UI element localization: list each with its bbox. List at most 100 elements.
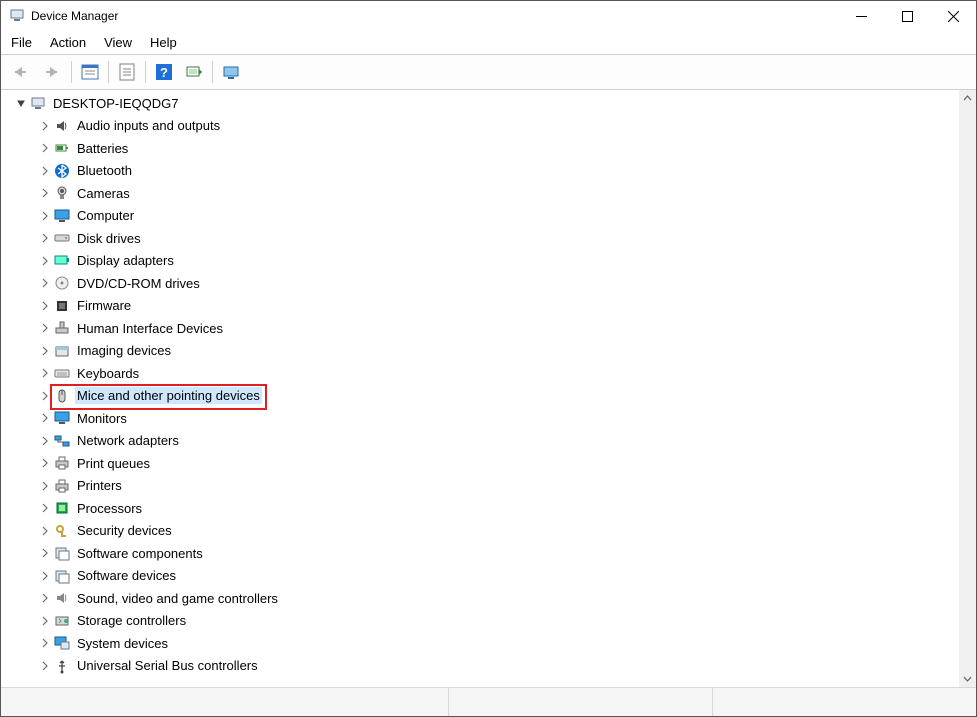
tree-category-row[interactable]: Display adapters [1, 250, 959, 273]
tree-category-row[interactable]: Security devices [1, 520, 959, 543]
monitor-icon [53, 409, 71, 427]
chevron-right-icon[interactable] [37, 166, 53, 176]
tree-category-label: Processors [75, 500, 144, 517]
chevron-right-icon[interactable] [37, 458, 53, 468]
monitor-icon [53, 207, 71, 225]
system-icon [53, 634, 71, 652]
chevron-right-icon[interactable] [37, 638, 53, 648]
chevron-right-icon[interactable] [37, 256, 53, 266]
tree-category-row[interactable]: Monitors [1, 407, 959, 430]
menu-file[interactable]: File [3, 33, 40, 52]
close-button[interactable] [930, 1, 976, 31]
tree-category-label: Batteries [75, 140, 130, 157]
tree-category-row[interactable]: DVD/CD-ROM drives [1, 272, 959, 295]
chevron-right-icon[interactable] [37, 188, 53, 198]
chevron-right-icon[interactable] [37, 503, 53, 513]
tree-category-row[interactable]: Software devices [1, 565, 959, 588]
tree-category-row[interactable]: Batteries [1, 137, 959, 160]
printer-icon [53, 477, 71, 495]
back-button[interactable] [5, 61, 35, 83]
tree-category-row[interactable]: Network adapters [1, 430, 959, 453]
toolbar: ? [1, 55, 976, 90]
help-button[interactable]: ? [150, 60, 178, 84]
chevron-right-icon[interactable] [37, 278, 53, 288]
app-icon [9, 7, 25, 26]
menu-view[interactable]: View [96, 33, 140, 52]
status-cell [1, 688, 449, 716]
tree-category-label: Mice and other pointing devices [75, 387, 262, 404]
cpu-icon [53, 499, 71, 517]
show-hide-console-tree-button[interactable] [76, 60, 104, 84]
tree-category-row[interactable]: Mice and other pointing devices [1, 385, 959, 408]
chevron-right-icon[interactable] [37, 346, 53, 356]
usb-icon [53, 657, 71, 675]
display-adapter-icon [53, 252, 71, 270]
tree-category-row[interactable]: Bluetooth [1, 160, 959, 183]
tree-category-label: Network adapters [75, 432, 181, 449]
maximize-button[interactable] [884, 1, 930, 31]
menu-help[interactable]: Help [142, 33, 185, 52]
tree-category-label: Computer [75, 207, 136, 224]
chevron-right-icon[interactable] [37, 661, 53, 671]
tree-category-label: Display adapters [75, 252, 176, 269]
tree-category-row[interactable]: Computer [1, 205, 959, 228]
chevron-down-icon[interactable] [13, 98, 29, 108]
scan-hardware-button[interactable] [180, 60, 208, 84]
chevron-right-icon[interactable] [37, 121, 53, 131]
chip-icon [53, 297, 71, 315]
toolbar-sep [145, 61, 146, 83]
tree-category-row[interactable]: Print queues [1, 452, 959, 475]
chevron-right-icon[interactable] [37, 481, 53, 491]
chevron-right-icon[interactable] [37, 233, 53, 243]
tree-category-row[interactable]: Universal Serial Bus controllers [1, 655, 959, 678]
tree-category-label: Software components [75, 545, 205, 562]
chevron-right-icon[interactable] [37, 436, 53, 446]
dvd-icon [53, 274, 71, 292]
chevron-right-icon[interactable] [37, 211, 53, 221]
tree-category-row[interactable]: Firmware [1, 295, 959, 318]
scroll-down-button[interactable] [959, 670, 976, 687]
tree-root-row[interactable]: DESKTOP-IEQQDG7 [1, 92, 959, 115]
keyboard-icon [53, 364, 71, 382]
tree-category-row[interactable]: Disk drives [1, 227, 959, 250]
minimize-button[interactable] [838, 1, 884, 31]
status-cell [449, 688, 713, 716]
vertical-scrollbar[interactable] [959, 90, 976, 687]
tree-category-row[interactable]: Cameras [1, 182, 959, 205]
security-icon [53, 522, 71, 540]
tree-category-row[interactable]: System devices [1, 632, 959, 655]
chevron-right-icon[interactable] [37, 526, 53, 536]
chevron-right-icon[interactable] [37, 368, 53, 378]
scroll-track[interactable] [959, 107, 976, 670]
printer-icon [53, 454, 71, 472]
chevron-right-icon[interactable] [37, 616, 53, 626]
chevron-right-icon[interactable] [37, 571, 53, 581]
scroll-up-button[interactable] [959, 90, 976, 107]
tree-category-label: Printers [75, 477, 124, 494]
sound-icon [53, 589, 71, 607]
tree-category-row[interactable]: Keyboards [1, 362, 959, 385]
chevron-right-icon[interactable] [37, 323, 53, 333]
status-cell [713, 688, 976, 716]
chevron-right-icon[interactable] [37, 593, 53, 603]
chevron-right-icon[interactable] [37, 413, 53, 423]
tree-category-row[interactable]: Processors [1, 497, 959, 520]
tree-category-row[interactable]: Software components [1, 542, 959, 565]
chevron-right-icon[interactable] [37, 143, 53, 153]
forward-button[interactable] [37, 61, 67, 83]
device-tree[interactable]: DESKTOP-IEQQDG7 Audio inputs and outputs… [1, 90, 959, 687]
chevron-right-icon[interactable] [37, 391, 53, 401]
properties-button[interactable] [113, 60, 141, 84]
chevron-right-icon[interactable] [37, 548, 53, 558]
menu-action[interactable]: Action [42, 33, 94, 52]
tree-category-row[interactable]: Sound, video and game controllers [1, 587, 959, 610]
tree-category-row[interactable]: Human Interface Devices [1, 317, 959, 340]
chevron-right-icon[interactable] [37, 301, 53, 311]
tree-category-row[interactable]: Printers [1, 475, 959, 498]
tree-category-row[interactable]: Audio inputs and outputs [1, 115, 959, 138]
tree-category-row[interactable]: Imaging devices [1, 340, 959, 363]
tree-category-row[interactable]: Storage controllers [1, 610, 959, 633]
mouse-icon [53, 387, 71, 405]
devices-by-type-button[interactable] [217, 61, 247, 83]
menubar: File Action View Help [1, 31, 976, 53]
